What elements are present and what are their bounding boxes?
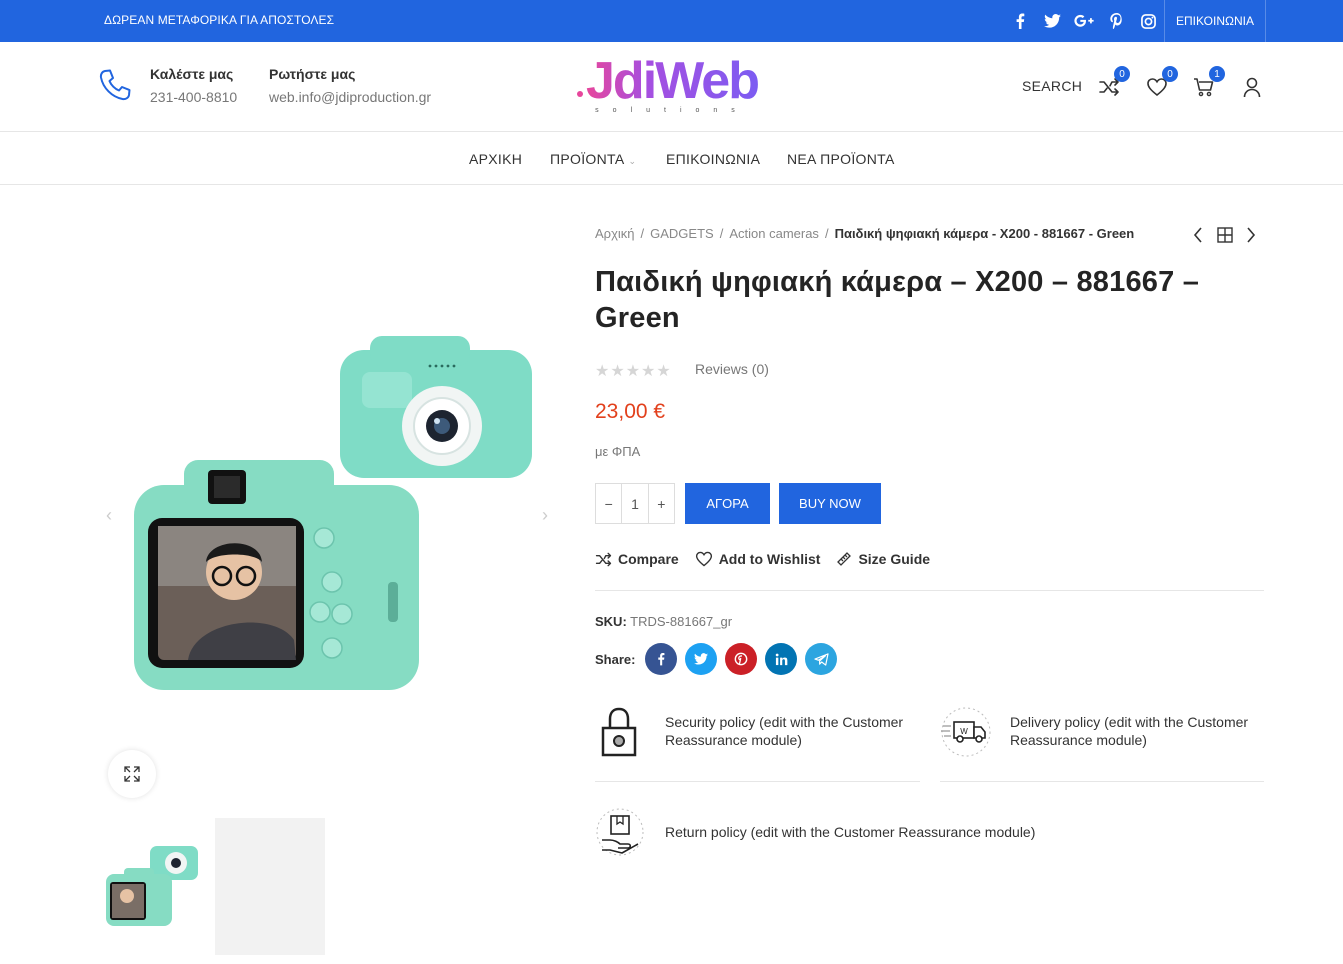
shuffle-icon: [595, 552, 612, 566]
main-nav: ΑΡΧΙΚΗ ΠΡΟΪΟΝΤΑ ⌄ ΕΠΙΚΟΙΝΩΝΙΑ ΝΕΑ ΠΡΟΪΟΝΤ…: [0, 132, 1343, 185]
divider: [595, 781, 920, 782]
share-label: Share:: [595, 651, 636, 667]
wishlist-label: Add to Wishlist: [718, 551, 821, 567]
ask-us-email[interactable]: web.info@jdiproduction.gr: [269, 89, 431, 105]
breadcrumb-link-gadgets[interactable]: GADGETS: [650, 226, 714, 241]
nav-item-home[interactable]: ΑΡΧΙΚΗ: [469, 151, 522, 167]
heart-icon: [695, 551, 712, 567]
qty-minus-button[interactable]: −: [596, 484, 621, 523]
product-price: 23,00 €: [595, 400, 666, 423]
compare-button[interactable]: 0: [1098, 66, 1130, 100]
breadcrumb-separator: /: [719, 226, 724, 241]
product-title: Παιδική ψηφιακή κάμερα – X200 – 881667 –…: [595, 266, 1200, 334]
share-pinterest-icon[interactable]: [725, 643, 758, 675]
wishlist-button[interactable]: 0: [1146, 66, 1178, 100]
size-guide-action[interactable]: Size Guide: [836, 550, 930, 568]
vat-note: με ΦΠΑ: [595, 444, 641, 459]
ruler-icon: [837, 552, 852, 566]
return-box-icon: [596, 808, 644, 856]
share-telegram-icon[interactable]: [805, 643, 838, 675]
social-links: [1004, 0, 1164, 42]
call-us-phone[interactable]: 231-400-8810: [150, 89, 237, 105]
product-thumbnail-2[interactable]: [215, 818, 325, 955]
site-header: Καλέστε μας 231-400-8810 Ρωτήστε μας web…: [0, 42, 1343, 132]
camera-back-view: [340, 336, 532, 478]
qty-plus-button[interactable]: +: [649, 484, 674, 523]
product-main-image[interactable]: [104, 300, 564, 730]
facebook-icon[interactable]: [1004, 0, 1036, 42]
nav-item-products[interactable]: ΠΡΟΪΟΝΤΑ ⌄: [550, 151, 636, 167]
share-twitter-icon[interactable]: [685, 643, 718, 675]
compare-action[interactable]: Compare: [595, 550, 679, 568]
user-icon: [1243, 77, 1261, 98]
gallery-next-arrow[interactable]: ›: [542, 505, 548, 526]
twitter-icon[interactable]: [1036, 0, 1068, 42]
breadcrumb: Αρχική / GADGETS / Action cameras / Παιδ…: [595, 226, 1134, 241]
wishlist-count-badge: 0: [1162, 66, 1178, 82]
breadcrumb-current: Παιδική ψηφιακή κάμερα - X200 - 881667 -…: [834, 226, 1135, 241]
header-search[interactable]: SEARCH: [1022, 78, 1082, 94]
call-us-block: Καλέστε μας 231-400-8810: [150, 66, 237, 105]
breadcrumb-separator: /: [824, 226, 829, 241]
svg-text:JdiWeb: JdiWeb: [586, 54, 758, 110]
security-policy-text: Security policy (edit with the Customer …: [665, 714, 904, 748]
sku-value: TRDS-881667_gr: [630, 614, 733, 629]
zoom-button[interactable]: [108, 750, 156, 798]
top-bar: ΔΩΡΕΑΝ ΜΕΤΑΦΟΡΙΚΑ ΓΙΑ ΑΠΟΣΤΟΛΕΣ ΕΠΙΚΟΙΝΩ…: [0, 0, 1343, 42]
breadcrumb-separator: /: [640, 226, 645, 241]
delivery-policy-text: Delivery policy (edit with the Customer …: [1010, 714, 1249, 748]
return-policy-text: Return policy (edit with the Customer Re…: [665, 824, 1036, 840]
share-linkedin-icon[interactable]: [765, 643, 798, 675]
product-actions: Compare Add to Wishlist Size Guide: [595, 550, 930, 568]
gallery-prev-arrow[interactable]: ‹: [106, 505, 112, 526]
size-guide-label: Size Guide: [858, 551, 931, 567]
call-us-title: Καλέστε μας: [150, 66, 234, 82]
nav-item-products-label: ΠΡΟΪΟΝΤΑ: [550, 151, 625, 167]
free-shipping-promo: ΔΩΡΕΑΝ ΜΕΤΑΦΟΡΙΚΑ ΓΙΑ ΑΠΟΣΤΟΛΕΣ: [104, 13, 335, 27]
phone-icon: [99, 69, 131, 101]
add-to-cart-button[interactable]: ΑΓΟΡΑ: [685, 483, 770, 524]
wishlist-action[interactable]: Add to Wishlist: [695, 550, 821, 568]
cart-count-badge: 1: [1209, 66, 1225, 82]
breadcrumb-link-action-cameras[interactable]: Action cameras: [729, 226, 819, 241]
delivery-truck-icon: W: [941, 707, 991, 757]
grid-icon[interactable]: [1216, 226, 1234, 244]
camera-front-view: [134, 460, 419, 690]
ask-us-block: Ρωτήστε μας web.info@jdiproduction.gr: [269, 66, 431, 105]
prev-product-arrow[interactable]: [1192, 226, 1204, 244]
padlock-icon: [601, 707, 637, 757]
breadcrumb-link-home[interactable]: Αρχική: [595, 226, 635, 241]
sku-line: SKU: TRDS-881667_gr: [595, 614, 732, 629]
sku-label: SKU:: [595, 614, 627, 629]
svg-text:solutions: solutions: [595, 107, 749, 114]
reviews-link[interactable]: Reviews (0): [695, 361, 769, 377]
rating-stars: ★★★★★: [595, 363, 672, 380]
cart-button[interactable]: 1: [1193, 66, 1225, 100]
divider: [940, 781, 1264, 782]
buy-now-button[interactable]: BUY NOW: [779, 483, 881, 524]
next-product-arrow[interactable]: [1245, 226, 1257, 244]
pinterest-icon[interactable]: [1100, 0, 1132, 42]
product-thumbnail-1[interactable]: [104, 836, 200, 932]
share-facebook-icon[interactable]: [645, 643, 678, 675]
compare-label: Compare: [618, 551, 679, 567]
chevron-down-icon: ⌄: [628, 156, 637, 166]
divider: [595, 590, 1264, 591]
nav-item-contact[interactable]: ΕΠΙΚΟΙΝΩΝΙΑ: [666, 151, 760, 167]
topbar-contact-link[interactable]: ΕΠΙΚΟΙΝΩΝΙΑ: [1164, 0, 1266, 42]
expand-icon: [124, 766, 140, 782]
google-plus-icon[interactable]: [1068, 0, 1100, 42]
compare-count-badge: 0: [1114, 66, 1130, 82]
share-bar: Share:: [595, 643, 845, 675]
nav-item-new-products[interactable]: ΝΕΑ ΠΡΟΪΟΝΤΑ: [787, 151, 895, 167]
qty-input[interactable]: 1: [621, 484, 649, 523]
ask-us-title: Ρωτήστε μας: [269, 66, 356, 82]
svg-text:W: W: [960, 727, 968, 736]
site-logo[interactable]: JdiWeb solutions: [572, 54, 772, 116]
instagram-icon[interactable]: [1132, 0, 1164, 42]
quantity-stepper: − 1 +: [595, 483, 675, 524]
account-button[interactable]: [1241, 76, 1265, 100]
